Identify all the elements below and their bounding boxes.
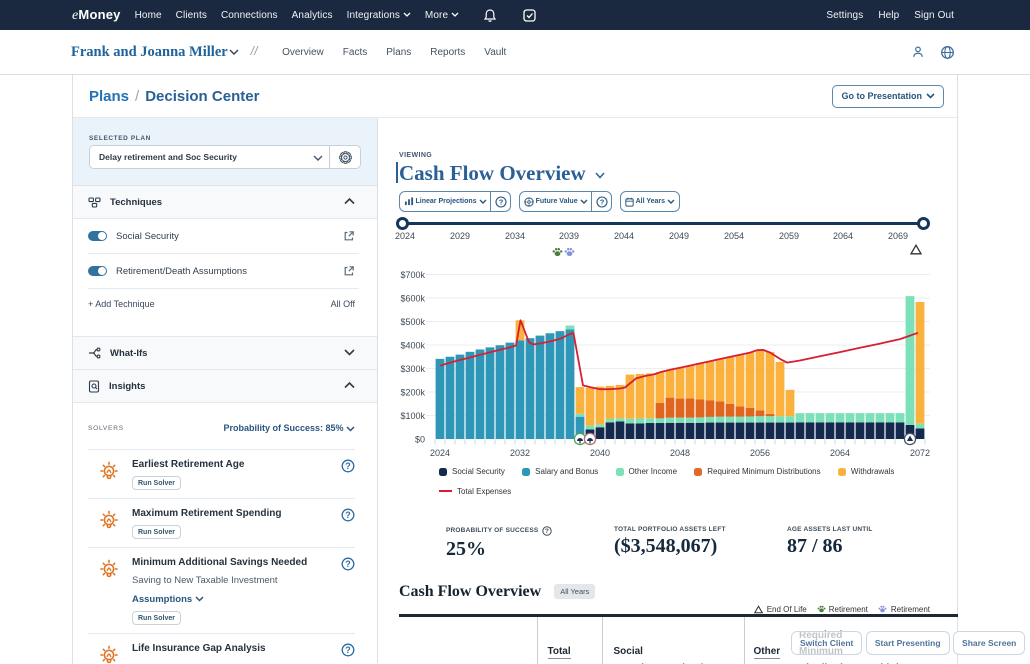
svg-text:?: ? <box>498 197 503 206</box>
svg-text:2072: 2072 <box>910 448 930 458</box>
svg-text:$100k: $100k <box>400 411 425 421</box>
svg-text:$700k: $700k <box>400 270 425 280</box>
svg-text:2032: 2032 <box>510 448 530 458</box>
svg-text:?: ? <box>345 645 351 655</box>
svg-text:?: ? <box>545 528 549 535</box>
svg-text:?: ? <box>345 510 351 520</box>
svg-text:?: ? <box>599 197 604 206</box>
svg-text:$500k: $500k <box>400 317 425 327</box>
svg-text:2040: 2040 <box>590 448 610 458</box>
svg-text:2064: 2064 <box>830 448 850 458</box>
svg-text:$200k: $200k <box>400 388 425 398</box>
svg-text:?: ? <box>345 461 351 471</box>
svg-text:$600k: $600k <box>400 294 425 304</box>
svg-text:2024: 2024 <box>430 448 450 458</box>
svg-text:2048: 2048 <box>670 448 690 458</box>
svg-text:$0: $0 <box>415 435 425 445</box>
svg-text:$400k: $400k <box>400 341 425 351</box>
svg-text:?: ? <box>345 559 351 569</box>
svg-text:2056: 2056 <box>750 448 770 458</box>
svg-text:$300k: $300k <box>400 364 425 374</box>
